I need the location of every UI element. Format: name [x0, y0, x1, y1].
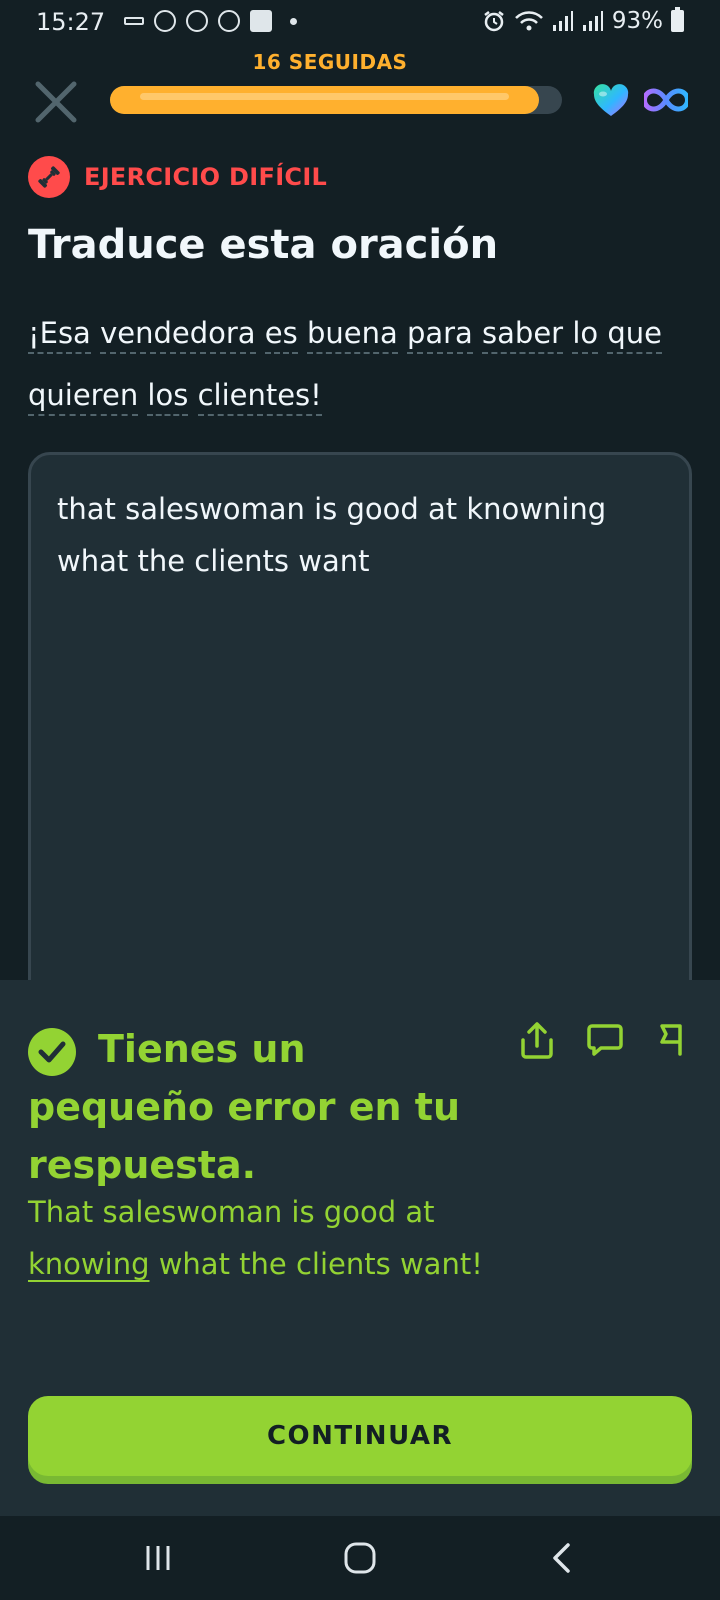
prompt-word[interactable]: clientes!: [197, 378, 322, 416]
signal-icon: [582, 11, 603, 31]
lesson-progress-bar: [110, 86, 562, 114]
close-icon[interactable]: [32, 78, 80, 126]
app-icon: [250, 10, 272, 32]
hard-exercise-label: EJERCICIO DIFÍCIL: [84, 163, 328, 191]
alarm-icon: [484, 11, 504, 32]
battery-icon: [671, 7, 684, 32]
signal-icon: [552, 11, 573, 31]
prompt-word[interactable]: ¡Esa: [28, 316, 91, 354]
correct-solution: That saleswoman is good at knowing what …: [28, 1186, 488, 1290]
prompt-word[interactable]: lo: [572, 316, 599, 354]
continue-label: CONTINUAR: [266, 1421, 454, 1451]
flag-icon[interactable]: [654, 1020, 692, 1060]
system-icons: 93%: [482, 7, 684, 34]
notification-icon: [124, 17, 144, 25]
app-icon: [186, 10, 208, 32]
recents-icon: [146, 1546, 170, 1570]
share-icon[interactable]: [518, 1020, 556, 1060]
prompt-word[interactable]: quieren: [28, 378, 139, 416]
prompt-word[interactable]: saber: [482, 316, 564, 354]
feedback-panel: Tienes un pequeño error en tu respuesta.…: [0, 980, 720, 1516]
progress-shine: [140, 93, 509, 100]
recents-button[interactable]: [138, 1538, 178, 1578]
lesson-progress-fill: [110, 86, 539, 114]
back-icon: [553, 1543, 570, 1573]
system-nav-bar: [0, 1516, 720, 1600]
answer-box[interactable]: that saleswoman is good at knowning what…: [28, 452, 692, 1012]
battery-percent: 93%: [611, 8, 663, 34]
prompt-word[interactable]: los: [147, 378, 189, 416]
back-button[interactable]: [542, 1538, 582, 1578]
status-bar: 15:27 93%: [0, 0, 720, 46]
shazam-icon: [154, 10, 176, 32]
more-notifications-icon: [290, 17, 297, 25]
prompt-word[interactable]: es: [264, 316, 298, 354]
prompt-word[interactable]: vendedora: [100, 316, 256, 354]
prompt-word[interactable]: buena: [306, 316, 398, 354]
streak-label: 16 SEGUIDAS: [252, 50, 408, 74]
prompt-sentence: ¡Esa vendedora es buena para saber lo qu…: [28, 302, 688, 426]
prompt-word[interactable]: que: [607, 316, 662, 354]
comment-icon[interactable]: [586, 1020, 624, 1060]
app-icon: [218, 10, 240, 32]
solution-text: what the clients want!: [158, 1247, 483, 1281]
feedback-title: Tienes un pequeño error en tu respuesta.: [28, 1027, 460, 1187]
answer-input[interactable]: that saleswoman is good at knowning what…: [57, 483, 667, 587]
hard-exercise-badge: EJERCICIO DIFÍCIL: [28, 156, 327, 198]
dumbbell-icon: [28, 156, 70, 198]
heart-icon[interactable]: [592, 84, 630, 118]
continue-button[interactable]: CONTINUAR: [28, 1396, 692, 1476]
status-time: 15:27: [36, 8, 106, 36]
home-button[interactable]: [340, 1538, 380, 1578]
home-icon: [344, 1542, 376, 1574]
prompt-word[interactable]: para: [406, 316, 473, 354]
challenge-title: Traduce esta oración: [28, 222, 499, 268]
wifi-icon: [514, 11, 543, 31]
notification-icons: [124, 10, 297, 32]
feedback-actions: [518, 1020, 692, 1060]
solution-highlight: knowing: [28, 1247, 150, 1281]
solution-text: That saleswoman is good at: [28, 1195, 435, 1229]
infinity-icon[interactable]: [644, 86, 688, 114]
